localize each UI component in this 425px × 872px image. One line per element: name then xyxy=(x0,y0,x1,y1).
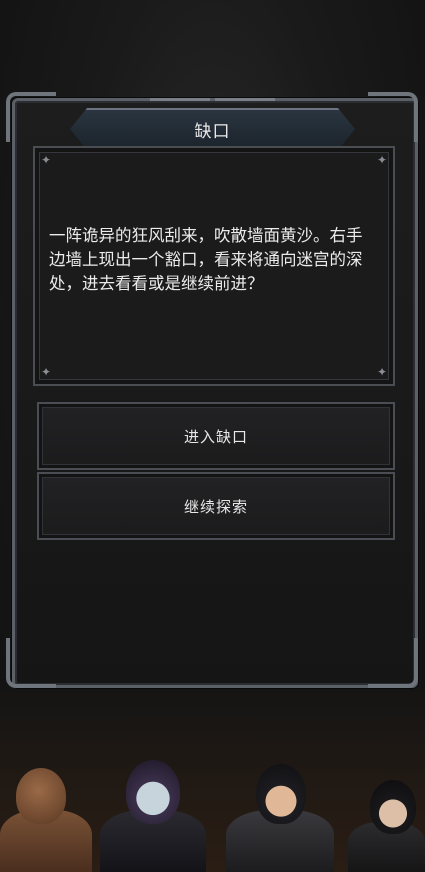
frame-corner-ornament xyxy=(368,638,418,688)
dialog-title: 缺口 xyxy=(194,121,231,142)
choice-label: 继续探索 xyxy=(183,497,248,516)
nun-portrait[interactable] xyxy=(348,780,425,872)
choice-label: 进入缺口 xyxy=(183,427,248,446)
star-ornament-icon: ✦ xyxy=(41,365,52,379)
star-ornament-icon: ✦ xyxy=(376,153,387,167)
frame-corner-ornament xyxy=(368,92,418,142)
star-ornament-icon: ✦ xyxy=(41,153,52,167)
star-ornament-icon: ✦ xyxy=(376,365,387,379)
choice-continue-explore-button[interactable]: 继续探索 xyxy=(37,472,395,540)
dialog-title-bar: 缺口 xyxy=(70,108,355,150)
nun-warrior-portrait[interactable] xyxy=(220,760,340,872)
story-panel: ✦ ✦ ✦ ✦ 一阵诡异的狂风刮来，吹散墙面黄沙。右手边墙上现出一个豁口，看来将… xyxy=(33,146,395,386)
brawler-portrait[interactable] xyxy=(0,760,92,872)
frame-corner-ornament xyxy=(6,92,56,142)
choice-enter-gap-button[interactable]: 进入缺口 xyxy=(37,402,395,470)
story-text: 一阵诡异的狂风刮来，吹散墙面黄沙。右手边墙上现出一个豁口，看来将通向迷宫的深处，… xyxy=(49,226,363,293)
hooded-mage-portrait[interactable] xyxy=(96,760,208,872)
frame-corner-ornament xyxy=(6,638,56,688)
